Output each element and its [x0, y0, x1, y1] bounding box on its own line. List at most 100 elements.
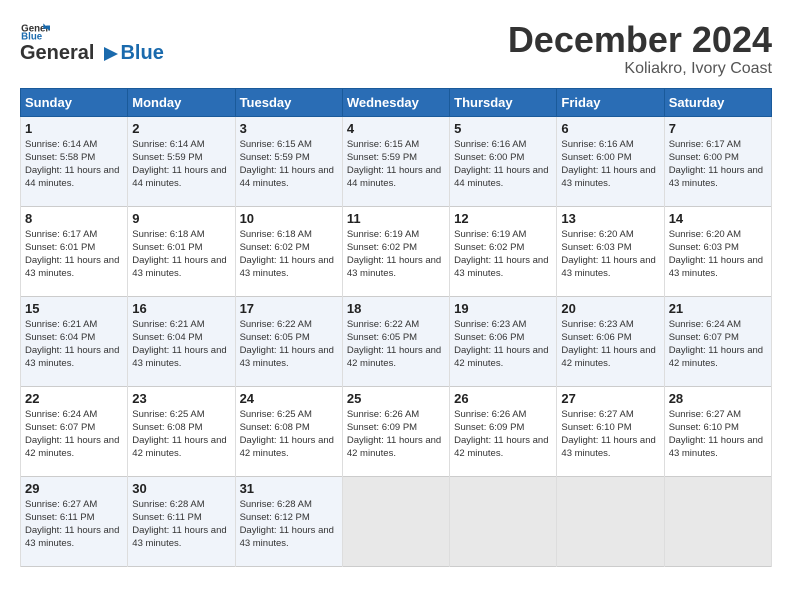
calendar-day-cell: 7 Sunrise: 6:17 AMSunset: 6:00 PMDayligh… — [664, 116, 771, 206]
day-info: Sunrise: 6:26 AMSunset: 6:09 PMDaylight:… — [454, 408, 552, 461]
page-header: General Blue General Blue December 2024 … — [20, 20, 772, 78]
calendar-day-cell: 8 Sunrise: 6:17 AMSunset: 6:01 PMDayligh… — [21, 206, 128, 296]
day-info: Sunrise: 6:24 AMSunset: 6:07 PMDaylight:… — [25, 408, 123, 461]
day-info: Sunrise: 6:16 AMSunset: 6:00 PMDaylight:… — [561, 138, 659, 191]
day-info: Sunrise: 6:23 AMSunset: 6:06 PMDaylight:… — [454, 318, 552, 371]
day-info: Sunrise: 6:17 AMSunset: 6:01 PMDaylight:… — [25, 228, 123, 281]
day-number: 13 — [561, 211, 659, 226]
day-info: Sunrise: 6:28 AMSunset: 6:11 PMDaylight:… — [132, 498, 230, 551]
day-number: 29 — [25, 481, 123, 496]
calendar-day-cell: 18 Sunrise: 6:22 AMSunset: 6:05 PMDaylig… — [342, 296, 449, 386]
calendar-day-cell: 13 Sunrise: 6:20 AMSunset: 6:03 PMDaylig… — [557, 206, 664, 296]
day-number: 25 — [347, 391, 445, 406]
day-number: 1 — [25, 121, 123, 136]
day-of-week-header: Tuesday — [235, 88, 342, 116]
calendar-day-cell: 17 Sunrise: 6:22 AMSunset: 6:05 PMDaylig… — [235, 296, 342, 386]
day-info: Sunrise: 6:18 AMSunset: 6:01 PMDaylight:… — [132, 228, 230, 281]
day-info: Sunrise: 6:23 AMSunset: 6:06 PMDaylight:… — [561, 318, 659, 371]
day-of-week-header: Wednesday — [342, 88, 449, 116]
calendar-day-cell — [664, 476, 771, 566]
day-number: 19 — [454, 301, 552, 316]
day-number: 22 — [25, 391, 123, 406]
day-number: 24 — [240, 391, 338, 406]
calendar-table: SundayMondayTuesdayWednesdayThursdayFrid… — [20, 88, 772, 567]
day-number: 5 — [454, 121, 552, 136]
calendar-day-cell: 12 Sunrise: 6:19 AMSunset: 6:02 PMDaylig… — [450, 206, 557, 296]
day-of-week-header: Saturday — [664, 88, 771, 116]
day-number: 12 — [454, 211, 552, 226]
calendar-day-cell: 6 Sunrise: 6:16 AMSunset: 6:00 PMDayligh… — [557, 116, 664, 206]
calendar-day-cell: 31 Sunrise: 6:28 AMSunset: 6:12 PMDaylig… — [235, 476, 342, 566]
day-number: 9 — [132, 211, 230, 226]
calendar-day-cell: 26 Sunrise: 6:26 AMSunset: 6:09 PMDaylig… — [450, 386, 557, 476]
logo-arrow-icon — [96, 45, 118, 63]
day-of-week-header: Sunday — [21, 88, 128, 116]
day-info: Sunrise: 6:20 AMSunset: 6:03 PMDaylight:… — [669, 228, 767, 281]
day-info: Sunrise: 6:22 AMSunset: 6:05 PMDaylight:… — [347, 318, 445, 371]
calendar-day-cell: 1 Sunrise: 6:14 AMSunset: 5:58 PMDayligh… — [21, 116, 128, 206]
day-info: Sunrise: 6:20 AMSunset: 6:03 PMDaylight:… — [561, 228, 659, 281]
day-number: 2 — [132, 121, 230, 136]
calendar-day-cell: 19 Sunrise: 6:23 AMSunset: 6:06 PMDaylig… — [450, 296, 557, 386]
day-number: 6 — [561, 121, 659, 136]
day-info: Sunrise: 6:19 AMSunset: 6:02 PMDaylight:… — [454, 228, 552, 281]
calendar-day-cell: 24 Sunrise: 6:25 AMSunset: 6:08 PMDaylig… — [235, 386, 342, 476]
day-number: 30 — [132, 481, 230, 496]
calendar-day-cell: 25 Sunrise: 6:26 AMSunset: 6:09 PMDaylig… — [342, 386, 449, 476]
title-block: December 2024 Koliakro, Ivory Coast — [508, 20, 772, 78]
day-number: 27 — [561, 391, 659, 406]
day-info: Sunrise: 6:25 AMSunset: 6:08 PMDaylight:… — [240, 408, 338, 461]
calendar-day-cell: 16 Sunrise: 6:21 AMSunset: 6:04 PMDaylig… — [128, 296, 235, 386]
svg-text:Blue: Blue — [21, 31, 43, 40]
day-number: 23 — [132, 391, 230, 406]
day-info: Sunrise: 6:21 AMSunset: 6:04 PMDaylight:… — [25, 318, 123, 371]
day-number: 16 — [132, 301, 230, 316]
day-info: Sunrise: 6:27 AMSunset: 6:10 PMDaylight:… — [669, 408, 767, 461]
day-info: Sunrise: 6:26 AMSunset: 6:09 PMDaylight:… — [347, 408, 445, 461]
day-info: Sunrise: 6:17 AMSunset: 6:00 PMDaylight:… — [669, 138, 767, 191]
day-number: 14 — [669, 211, 767, 226]
day-number: 8 — [25, 211, 123, 226]
calendar-day-cell — [557, 476, 664, 566]
calendar-week-row: 15 Sunrise: 6:21 AMSunset: 6:04 PMDaylig… — [21, 296, 772, 386]
day-number: 15 — [25, 301, 123, 316]
calendar-day-cell: 14 Sunrise: 6:20 AMSunset: 6:03 PMDaylig… — [664, 206, 771, 296]
calendar-week-row: 8 Sunrise: 6:17 AMSunset: 6:01 PMDayligh… — [21, 206, 772, 296]
location: Koliakro, Ivory Coast — [508, 60, 772, 78]
day-info: Sunrise: 6:24 AMSunset: 6:07 PMDaylight:… — [669, 318, 767, 371]
day-number: 3 — [240, 121, 338, 136]
day-info: Sunrise: 6:14 AMSunset: 5:58 PMDaylight:… — [25, 138, 123, 191]
day-info: Sunrise: 6:28 AMSunset: 6:12 PMDaylight:… — [240, 498, 338, 551]
calendar-day-cell: 11 Sunrise: 6:19 AMSunset: 6:02 PMDaylig… — [342, 206, 449, 296]
day-info: Sunrise: 6:15 AMSunset: 5:59 PMDaylight:… — [240, 138, 338, 191]
month-title: December 2024 — [508, 20, 772, 60]
calendar-day-cell: 3 Sunrise: 6:15 AMSunset: 5:59 PMDayligh… — [235, 116, 342, 206]
day-info: Sunrise: 6:25 AMSunset: 6:08 PMDaylight:… — [132, 408, 230, 461]
day-of-week-header: Monday — [128, 88, 235, 116]
day-info: Sunrise: 6:27 AMSunset: 6:11 PMDaylight:… — [25, 498, 123, 551]
logo: General Blue General Blue — [20, 20, 164, 65]
day-info: Sunrise: 6:27 AMSunset: 6:10 PMDaylight:… — [561, 408, 659, 461]
calendar-header-row: SundayMondayTuesdayWednesdayThursdayFrid… — [21, 88, 772, 116]
calendar-day-cell — [450, 476, 557, 566]
calendar-day-cell: 4 Sunrise: 6:15 AMSunset: 5:59 PMDayligh… — [342, 116, 449, 206]
calendar-day-cell: 10 Sunrise: 6:18 AMSunset: 6:02 PMDaylig… — [235, 206, 342, 296]
day-number: 21 — [669, 301, 767, 316]
calendar-week-row: 29 Sunrise: 6:27 AMSunset: 6:11 PMDaylig… — [21, 476, 772, 566]
calendar-day-cell: 28 Sunrise: 6:27 AMSunset: 6:10 PMDaylig… — [664, 386, 771, 476]
calendar-day-cell: 29 Sunrise: 6:27 AMSunset: 6:11 PMDaylig… — [21, 476, 128, 566]
calendar-day-cell — [342, 476, 449, 566]
day-number: 10 — [240, 211, 338, 226]
day-of-week-header: Friday — [557, 88, 664, 116]
day-of-week-header: Thursday — [450, 88, 557, 116]
day-info: Sunrise: 6:15 AMSunset: 5:59 PMDaylight:… — [347, 138, 445, 191]
day-number: 26 — [454, 391, 552, 406]
day-info: Sunrise: 6:14 AMSunset: 5:59 PMDaylight:… — [132, 138, 230, 191]
calendar-day-cell: 15 Sunrise: 6:21 AMSunset: 6:04 PMDaylig… — [21, 296, 128, 386]
day-number: 31 — [240, 481, 338, 496]
day-number: 7 — [669, 121, 767, 136]
calendar-day-cell: 2 Sunrise: 6:14 AMSunset: 5:59 PMDayligh… — [128, 116, 235, 206]
calendar-day-cell: 5 Sunrise: 6:16 AMSunset: 6:00 PMDayligh… — [450, 116, 557, 206]
calendar-day-cell: 30 Sunrise: 6:28 AMSunset: 6:11 PMDaylig… — [128, 476, 235, 566]
logo-blue: Blue — [120, 42, 163, 65]
